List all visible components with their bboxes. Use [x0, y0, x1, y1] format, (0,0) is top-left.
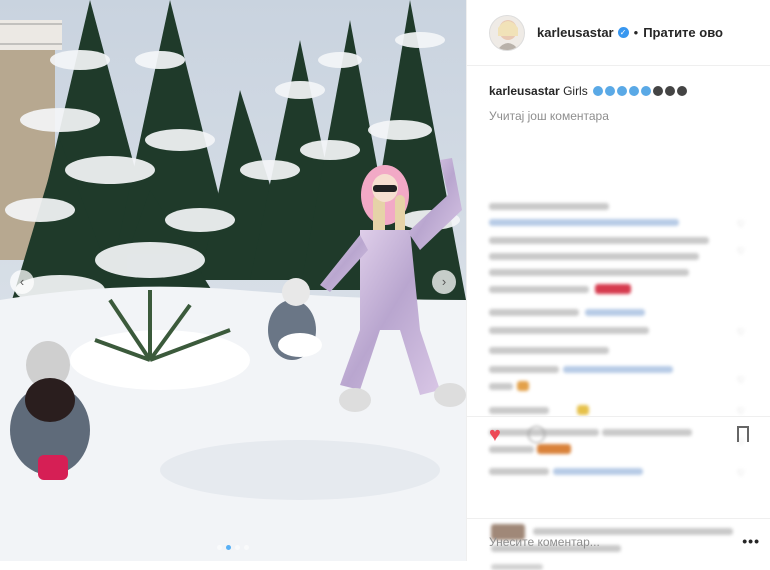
post-header: karleusastar ✓ • Пратите ово: [467, 0, 770, 66]
comment-input[interactable]: Унесите коментар...: [489, 535, 600, 549]
carousel-prev-button[interactable]: ‹: [10, 270, 34, 294]
post-actions: ♥ ◯: [489, 424, 749, 446]
comment-line: [489, 327, 649, 334]
caption-emoji-row: [591, 84, 688, 98]
carousel-dot: [235, 545, 240, 550]
comment-line: [489, 407, 549, 414]
comment-line: [489, 347, 609, 354]
header-separator: •: [633, 25, 639, 40]
comment-like-icon[interactable]: ♡: [737, 376, 745, 385]
post-photo: ‹ ›: [0, 0, 466, 561]
username-link[interactable]: karleusastar: [537, 25, 614, 40]
actions-divider: [467, 416, 770, 417]
comment-line: [489, 286, 589, 293]
snowflake-emoji-icon: [593, 86, 604, 96]
avatar[interactable]: [489, 14, 525, 51]
comment-line: [489, 383, 513, 390]
likes-text: [533, 528, 733, 535]
comment-line: [489, 219, 679, 226]
comment-emoji: [517, 381, 529, 391]
penguin-emoji-icon: [665, 86, 676, 96]
post-timestamp: [491, 564, 543, 570]
comment-line: [489, 253, 699, 260]
verified-badge-icon: ✓: [617, 27, 629, 38]
carousel-dot: [244, 545, 249, 550]
comment-line: [489, 446, 534, 453]
comment-like-icon[interactable]: ♡: [737, 328, 745, 337]
bookmark-icon[interactable]: [737, 426, 749, 442]
snowflake-emoji-icon: [629, 86, 640, 96]
penguin-emoji-icon: [677, 86, 688, 96]
comment-like-icon[interactable]: ♡: [737, 220, 745, 229]
post-caption: karleusastar Girls: [489, 84, 688, 98]
carousel-dot: [217, 545, 222, 550]
snowflake-emoji-icon: [641, 86, 652, 96]
comment-like-icon[interactable]: ♡: [737, 247, 745, 256]
avatar-image: [490, 15, 524, 50]
comment-line: [489, 203, 609, 210]
comment-divider: [467, 518, 770, 519]
comment-line: [489, 269, 689, 276]
comment-emoji: [577, 405, 589, 415]
comment-line: [585, 309, 645, 316]
comment-icon[interactable]: ◯: [527, 424, 546, 444]
comment-hearts: [595, 284, 631, 294]
caption-text: Girls: [563, 84, 588, 98]
comment-line: [489, 237, 709, 244]
comment-line: [489, 468, 549, 475]
comment-like-icon[interactable]: ♡: [737, 469, 745, 478]
penguin-emoji-icon: [653, 86, 664, 96]
comment-line: [563, 366, 673, 373]
comment-line: [489, 309, 579, 316]
comment-line: [553, 468, 643, 475]
snowflake-emoji-icon: [617, 86, 628, 96]
snowflake-emoji-icon: [605, 86, 616, 96]
like-icon[interactable]: ♥: [489, 424, 501, 447]
snow-scene-image: [0, 0, 466, 561]
follow-button[interactable]: Пратите ово: [643, 25, 723, 40]
comment-line: [489, 366, 559, 373]
caption-username[interactable]: karleusastar: [489, 84, 560, 98]
post-side-panel: karleusastar ✓ • Пратите ово karleusasta…: [466, 0, 770, 570]
carousel-dot-active: [226, 545, 231, 550]
comment-like-icon[interactable]: ♡: [737, 407, 745, 416]
load-more-comments-button[interactable]: Учитај још коментара: [489, 109, 609, 123]
more-options-button[interactable]: •••: [742, 533, 760, 549]
carousel-next-button[interactable]: ›: [432, 270, 456, 294]
carousel-indicator: [0, 537, 466, 555]
